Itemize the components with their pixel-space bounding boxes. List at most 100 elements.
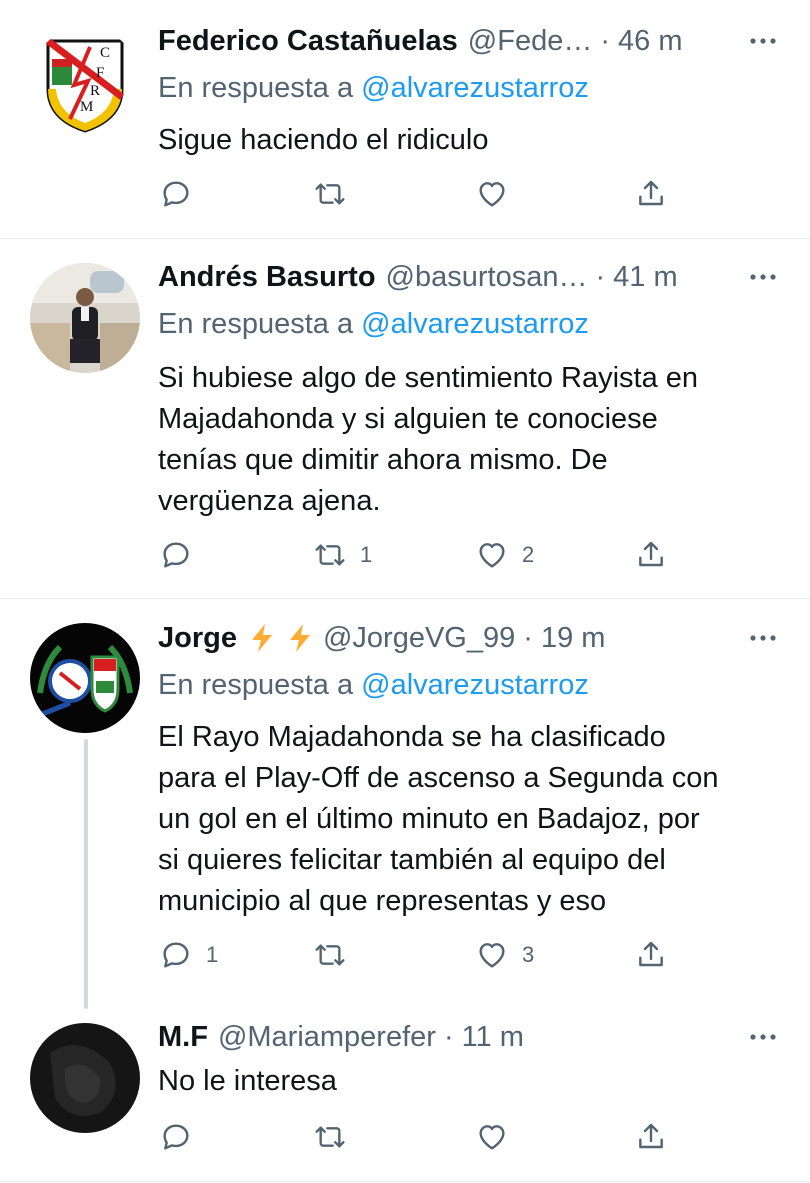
reply-icon bbox=[163, 1124, 189, 1150]
separator-dot: · bbox=[443, 1021, 454, 1053]
tweet-text-line: El Rayo Majadahonda se ha clasificado bbox=[158, 721, 666, 753]
tweet[interactable]: C F R M Federico Castañuelas @Fede… · 46… bbox=[0, 0, 810, 240]
handle[interactable]: @basurtosan… bbox=[386, 257, 588, 297]
like-button[interactable] bbox=[476, 174, 522, 214]
display-name[interactable]: Andrés Basurto bbox=[158, 257, 376, 297]
tweet-header: Andrés Basurto @basurtosan… · 41 m bbox=[158, 257, 780, 297]
crest-letter: C bbox=[100, 45, 110, 61]
like-button[interactable]: 3 bbox=[476, 935, 534, 975]
heart-icon bbox=[479, 1125, 505, 1150]
more-options-icon[interactable] bbox=[746, 257, 780, 297]
separator-dot: · bbox=[523, 622, 533, 654]
tweet-header: Federico Castañuelas @Fede… · 46 m bbox=[158, 21, 780, 61]
retweet-button[interactable] bbox=[314, 1117, 360, 1157]
action-bar: 1 2 bbox=[158, 535, 688, 575]
crest-letter: M bbox=[80, 99, 93, 115]
retweet-button[interactable] bbox=[314, 174, 360, 214]
reply-button[interactable] bbox=[160, 535, 206, 575]
tweet-text-line: Si hubiese algo de sentimiento Rayista e… bbox=[158, 362, 699, 394]
replying-to: En respuesta a @alvarezustarroz bbox=[158, 304, 589, 344]
share-icon bbox=[639, 941, 663, 967]
reply-icon bbox=[163, 181, 189, 207]
mention-link[interactable]: @alvarezustarroz bbox=[361, 72, 589, 104]
tweet-text-line: No le interesa bbox=[158, 1065, 337, 1097]
retweet-icon bbox=[315, 1126, 345, 1148]
heart-icon bbox=[479, 182, 505, 207]
separator-dot: · bbox=[595, 261, 606, 293]
replying-to: En respuesta a @alvarezustarroz bbox=[158, 665, 589, 705]
club-badges-avatar bbox=[30, 623, 140, 733]
more-options-icon[interactable] bbox=[746, 21, 780, 61]
share-icon bbox=[639, 180, 663, 206]
retweet-button[interactable] bbox=[314, 935, 360, 975]
handle[interactable]: @JorgeVG_99 bbox=[323, 618, 515, 658]
tweet-text-line: Sigue haciendo el ridiculo bbox=[158, 124, 489, 156]
tweet[interactable]: Jorge @JorgeVG_99 · 19 m En respuesta a … bbox=[0, 599, 810, 1009]
share-button[interactable] bbox=[635, 174, 667, 214]
avatar[interactable] bbox=[30, 263, 140, 373]
share-button[interactable] bbox=[635, 1117, 667, 1157]
retweet-icon bbox=[315, 944, 345, 966]
heart-icon bbox=[479, 543, 505, 568]
more-options-icon[interactable] bbox=[746, 618, 780, 658]
share-button[interactable] bbox=[635, 935, 667, 975]
mention-link[interactable]: @alvarezustarroz bbox=[361, 669, 589, 701]
timestamp[interactable]: 46 m bbox=[618, 21, 682, 61]
separator-dot: · bbox=[600, 25, 611, 57]
reply-button[interactable] bbox=[160, 1117, 206, 1157]
tweet-text-line: municipio al que representas y eso bbox=[158, 885, 607, 917]
tweet[interactable]: M.F @Mariamperefer · 11 m No le interesa bbox=[0, 1009, 810, 1183]
tweet-text: Si hubiese algo de sentimiento Rayista e… bbox=[158, 358, 783, 522]
club-crest-avatar: C F R M bbox=[30, 27, 140, 137]
replying-prefix: En respuesta a bbox=[158, 72, 354, 104]
retweet-icon bbox=[315, 544, 345, 566]
retweet-count: 1 bbox=[360, 542, 373, 567]
lightning-emoji-icon bbox=[289, 624, 310, 652]
like-button[interactable] bbox=[476, 1117, 522, 1157]
tweet-header: Jorge @JorgeVG_99 · 19 m bbox=[158, 618, 780, 658]
timestamp[interactable]: 41 m bbox=[613, 257, 677, 297]
avatar[interactable] bbox=[30, 1023, 140, 1133]
display-name[interactable]: Jorge bbox=[158, 618, 237, 658]
handle[interactable]: @Mariamperefer bbox=[218, 1017, 436, 1057]
crest-letter: F bbox=[96, 65, 104, 81]
tweet-text-line: tenías que dimitir ahora mismo. De bbox=[158, 444, 608, 476]
action-bar: 1 3 bbox=[158, 935, 688, 975]
replying-prefix: En respuesta a bbox=[158, 308, 354, 340]
tweet[interactable]: Andrés Basurto @basurtosan… · 41 m En re… bbox=[0, 239, 810, 599]
lightning-emoji-icon bbox=[251, 624, 272, 652]
reply-icon bbox=[163, 542, 189, 568]
mention-link[interactable]: @alvarezustarroz bbox=[361, 308, 589, 340]
tweet-text-line: un gol en el último minuto en Badajoz, p… bbox=[158, 803, 700, 835]
replying-prefix: En respuesta a bbox=[158, 669, 354, 701]
like-count: 2 bbox=[522, 542, 535, 567]
reply-button[interactable] bbox=[160, 174, 206, 214]
share-button[interactable] bbox=[635, 535, 667, 575]
crest-letter: R bbox=[90, 83, 100, 99]
heart-icon bbox=[479, 943, 505, 968]
avatar[interactable]: C F R M bbox=[30, 27, 140, 137]
tweet-text-line: si quieres felicitar también al equipo d… bbox=[158, 844, 666, 876]
display-name[interactable]: M.F bbox=[158, 1017, 208, 1057]
tweet-text: Sigue haciendo el ridiculo bbox=[158, 120, 783, 161]
profile-photo bbox=[30, 263, 140, 373]
avatar[interactable] bbox=[30, 623, 140, 733]
timestamp[interactable]: 11 m bbox=[462, 1017, 524, 1057]
divider bbox=[0, 1181, 810, 1182]
more-options-icon[interactable] bbox=[746, 1017, 780, 1057]
tweet-header: M.F @Mariamperefer · 11 m bbox=[158, 1017, 780, 1057]
like-button[interactable]: 2 bbox=[476, 535, 534, 575]
profile-photo bbox=[30, 1023, 140, 1133]
share-icon bbox=[639, 541, 663, 567]
action-bar bbox=[158, 1117, 688, 1157]
timestamp[interactable]: 19 m bbox=[541, 618, 605, 658]
replying-to: En respuesta a @alvarezustarroz bbox=[158, 68, 589, 108]
share-icon bbox=[639, 1123, 663, 1149]
tweet-text: El Rayo Majadahonda se ha clasificado pa… bbox=[158, 717, 783, 922]
display-name[interactable]: Federico Castañuelas bbox=[158, 21, 458, 61]
handle[interactable]: @Fede… bbox=[468, 21, 593, 61]
retweet-button[interactable]: 1 bbox=[314, 535, 372, 575]
tweet-text-line: vergüenza ajena. bbox=[158, 485, 381, 517]
reply-button[interactable]: 1 bbox=[160, 935, 218, 975]
tweet-text-line: para el Play-Off de ascenso a Segunda co… bbox=[158, 762, 719, 794]
